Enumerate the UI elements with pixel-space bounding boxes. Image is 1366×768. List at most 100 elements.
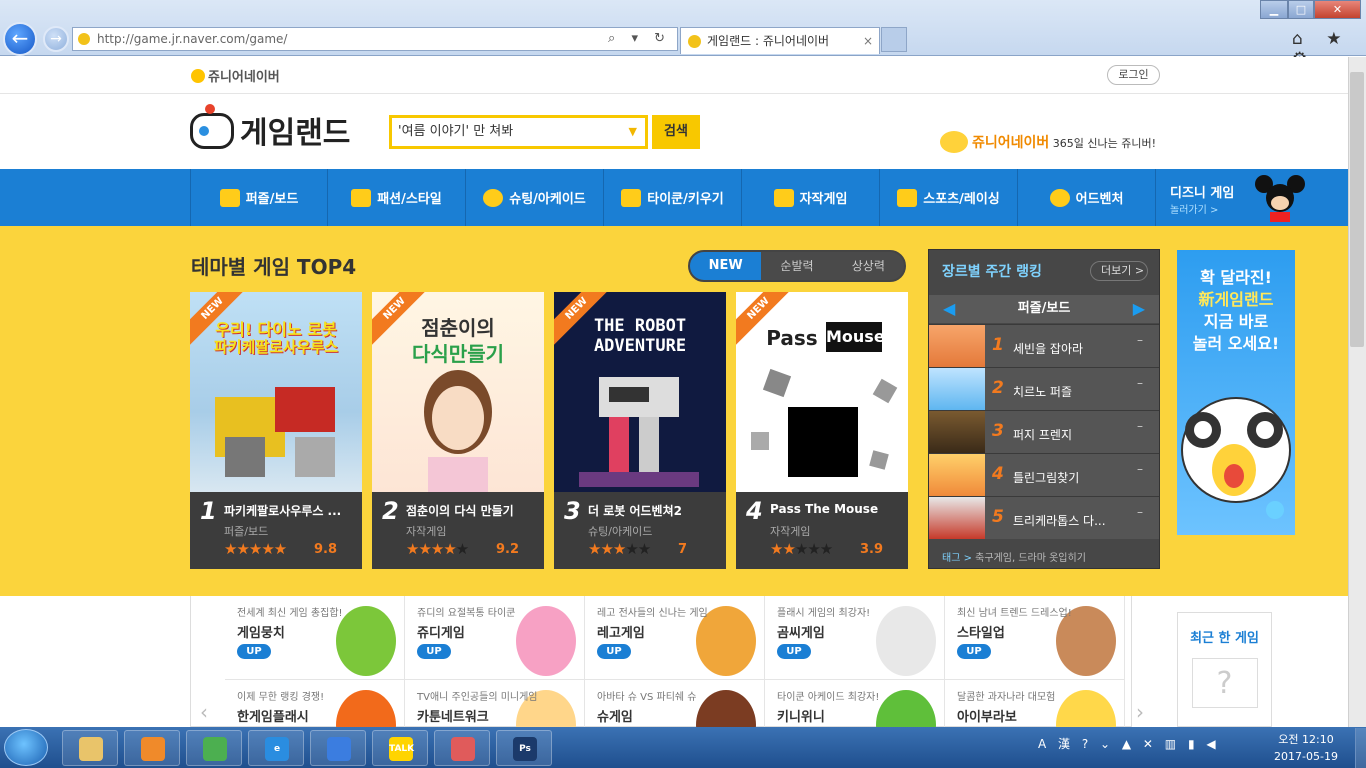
stars-empty: ★★ — [625, 540, 651, 558]
prev-category-icon[interactable]: ◀ — [943, 295, 955, 323]
rank-change: – — [1137, 419, 1143, 433]
nav-sports-racing[interactable]: 스포츠/레이싱 — [880, 169, 1018, 226]
new-tab-button[interactable] — [881, 27, 907, 52]
ranking-title-text: 트리케라톱스 다... — [1013, 514, 1106, 528]
media-player-icon — [141, 737, 165, 761]
rank-change: – — [1137, 333, 1143, 347]
nav-adventure[interactable]: 어드벤처 — [1018, 169, 1156, 226]
game-category: 퍼즐/보드 — [224, 525, 269, 538]
portal-item[interactable]: 레고 전사들의 신나는 게임 레고게임 UP — [585, 596, 765, 680]
up-badge: UP — [417, 644, 451, 659]
portal-desc: 쥬디의 요절복통 타이쿤 — [417, 608, 516, 619]
ranking-title-text: 세빈을 잡아라 — [1013, 342, 1084, 356]
portal-name: 아이부라보 — [957, 710, 1017, 725]
snipping-tool-icon — [451, 737, 475, 761]
back-button[interactable]: ← — [3, 22, 37, 56]
search-button[interactable]: 검색 — [652, 115, 700, 149]
portal-item[interactable]: 플래시 게임의 최강자! 곰씨게임 UP — [765, 596, 945, 680]
maximize-button[interactable]: □ — [1288, 0, 1314, 19]
scrollbar-thumb[interactable] — [1350, 72, 1364, 347]
junior-naver-logo[interactable]: 쥬니어네이버 — [191, 66, 280, 85]
taskbar-chrome-button[interactable] — [186, 730, 242, 766]
ranking-item[interactable]: 2 치르노 퍼즐 – — [929, 367, 1159, 410]
back-arrow-icon: ← — [11, 26, 29, 50]
slogan: 쥬니어네이버 365일 신나는 쥬니버! — [940, 131, 1156, 153]
clock[interactable]: 오전 12:10 2017-05-19 — [1266, 731, 1346, 765]
gameland-logo[interactable]: 게임랜드 — [190, 104, 350, 152]
taskbar-media-player-button[interactable] — [124, 730, 180, 766]
art-title-2: 파키케팔로사우루스 — [213, 338, 339, 356]
rank-number: 3 — [992, 421, 1004, 441]
game-card[interactable]: THE ROBOT ADVENTURE NEW 3 더 로봇 어드벤쳐2 슈팅/… — [554, 292, 726, 569]
portal-item[interactable]: 전세계 최신 게임 총집합! 게임뭉치 UP — [225, 596, 405, 680]
portal-name: 슈게임 — [597, 710, 633, 725]
minimize-button[interactable]: ▁ — [1260, 0, 1288, 19]
taskbar-kakaotalk-button[interactable]: TALK — [372, 730, 428, 766]
game-thumbnail — [929, 411, 985, 453]
portal-name: 카툰네트워크 — [417, 710, 489, 725]
system-tray[interactable]: A 漢 ? ⌄ ▲ ✕ ▥ ▮ ◀ — [1038, 735, 1220, 752]
logo-text: 쥬니어네이버 — [208, 70, 280, 85]
game-thumbnail: 우리! 다이노 로봇 파키케팔로사우루스 — [190, 292, 362, 492]
address-tools[interactable]: ⌕ ▾ ↻ — [608, 28, 671, 50]
portal-item[interactable]: 쥬디의 요절복통 타이쿤 쥬디게임 UP — [405, 596, 585, 680]
ranking-item[interactable]: 4 틀린그림찾기 – — [929, 453, 1159, 496]
more-button[interactable]: 더보기 > — [1090, 261, 1148, 281]
disney-title: 디즈니 게임 — [1170, 186, 1235, 201]
taskbar-snipping-tool-button[interactable] — [434, 730, 490, 766]
nav-tycoon[interactable]: 타이쿤/키우기 — [604, 169, 742, 226]
taskbar-photoshop-button[interactable]: Ps — [496, 730, 552, 766]
nav-puzzle-board[interactable]: 퍼즐/보드 — [190, 169, 328, 226]
game-card[interactable]: Pass Mouse NEW 4 Pass The Mouse 자작게임 ★★★… — [736, 292, 908, 569]
start-button[interactable] — [4, 729, 48, 766]
portal-name: 게임뭉치 — [237, 626, 285, 641]
game-card[interactable]: 점춘이의 다식만들기 NEW 2 점춘이의 다식 만들기 자작게임 ★★★★★ … — [372, 292, 544, 569]
game-thumbnail: Pass Mouse — [736, 292, 908, 492]
taskbar-google-docs-button[interactable] — [310, 730, 366, 766]
address-bar[interactable]: http://game.jr.naver.com/game/ ⌕ ▾ ↻ — [72, 27, 678, 51]
show-desktop-button[interactable] — [1355, 728, 1366, 768]
portal-next-icon[interactable]: › — [1136, 700, 1144, 724]
dropdown-arrow-icon[interactable]: ▼ — [629, 118, 637, 146]
game-card[interactable]: 우리! 다이노 로봇 파키케팔로사우루스 NEW 1 파키케팔로사우루스 ...… — [190, 292, 362, 569]
mickey-mouse-icon[interactable] — [1250, 172, 1310, 222]
portal-prev-icon[interactable]: ‹ — [200, 700, 208, 724]
ranking-item[interactable]: 3 퍼지 프렌지 – — [929, 410, 1159, 453]
ranking-title-text: 틀린그림찾기 — [1013, 471, 1080, 485]
ranking-category: ◀ 퍼즐/보드 ▶ — [929, 295, 1159, 323]
tag-line[interactable]: 태그 > 축구게임, 드라마 옷입히기 — [942, 549, 1086, 564]
next-category-icon[interactable]: ▶ — [1133, 295, 1145, 323]
recent-placeholder[interactable]: ? — [1191, 658, 1258, 708]
taskbar-internet-explorer-button[interactable]: e — [248, 730, 304, 766]
ranking-item[interactable]: 5 트리케라톱스 다... – — [929, 496, 1159, 539]
portal-mascot-icon — [336, 606, 396, 676]
stars-empty: ★★★ — [794, 540, 833, 558]
nav-custom-games[interactable]: 자작게임 — [742, 169, 880, 226]
game-score: 3.9 — [860, 542, 884, 557]
taskbar-file-explorer-button[interactable] — [62, 730, 118, 766]
tab-new[interactable]: NEW — [690, 252, 762, 280]
star-rating: ★★★★★ — [224, 540, 287, 558]
nav-fashion-style[interactable]: 패션/스타일 — [328, 169, 466, 226]
tab-favicon-icon — [688, 35, 701, 48]
pixel-robot-icon — [579, 377, 699, 487]
slogan-brand: 쥬니어네이버 — [972, 135, 1050, 151]
ranking-item[interactable]: 1 세빈을 잡아라 – — [929, 324, 1159, 367]
tab-close-icon[interactable]: × — [863, 28, 873, 54]
search-input[interactable]: '여름 이야기' 만 쳐봐 ▼ — [389, 115, 648, 149]
portal-item[interactable]: 최신 남녀 트렌드 드레스업! 스타일업 UP — [945, 596, 1125, 680]
top4-tabs: NEW 순발력 상상력 — [688, 250, 906, 282]
recent-title: 최근 한 게임 — [1190, 631, 1259, 646]
forward-button[interactable]: → — [43, 26, 69, 52]
tab-reflex[interactable]: 순발력 — [761, 252, 832, 280]
portal-name: 한게임플래시 — [237, 710, 309, 725]
logo-face-icon — [191, 69, 205, 83]
login-button[interactable]: 로그인 — [1107, 65, 1160, 85]
rank-number: 3 — [564, 497, 581, 525]
nav-shooting-arcade[interactable]: 슈팅/아케이드 — [466, 169, 604, 226]
portal-desc: 아바타 슈 VS 파티쉐 슈 — [597, 692, 697, 703]
tab-imagination[interactable]: 상상력 — [833, 252, 904, 280]
browser-tab[interactable]: 게임랜드 : 쥬니어네이버 × — [680, 27, 880, 54]
game-name: 더 로봇 어드벤쳐2 — [588, 504, 682, 518]
close-window-button[interactable]: ✕ — [1314, 0, 1361, 19]
